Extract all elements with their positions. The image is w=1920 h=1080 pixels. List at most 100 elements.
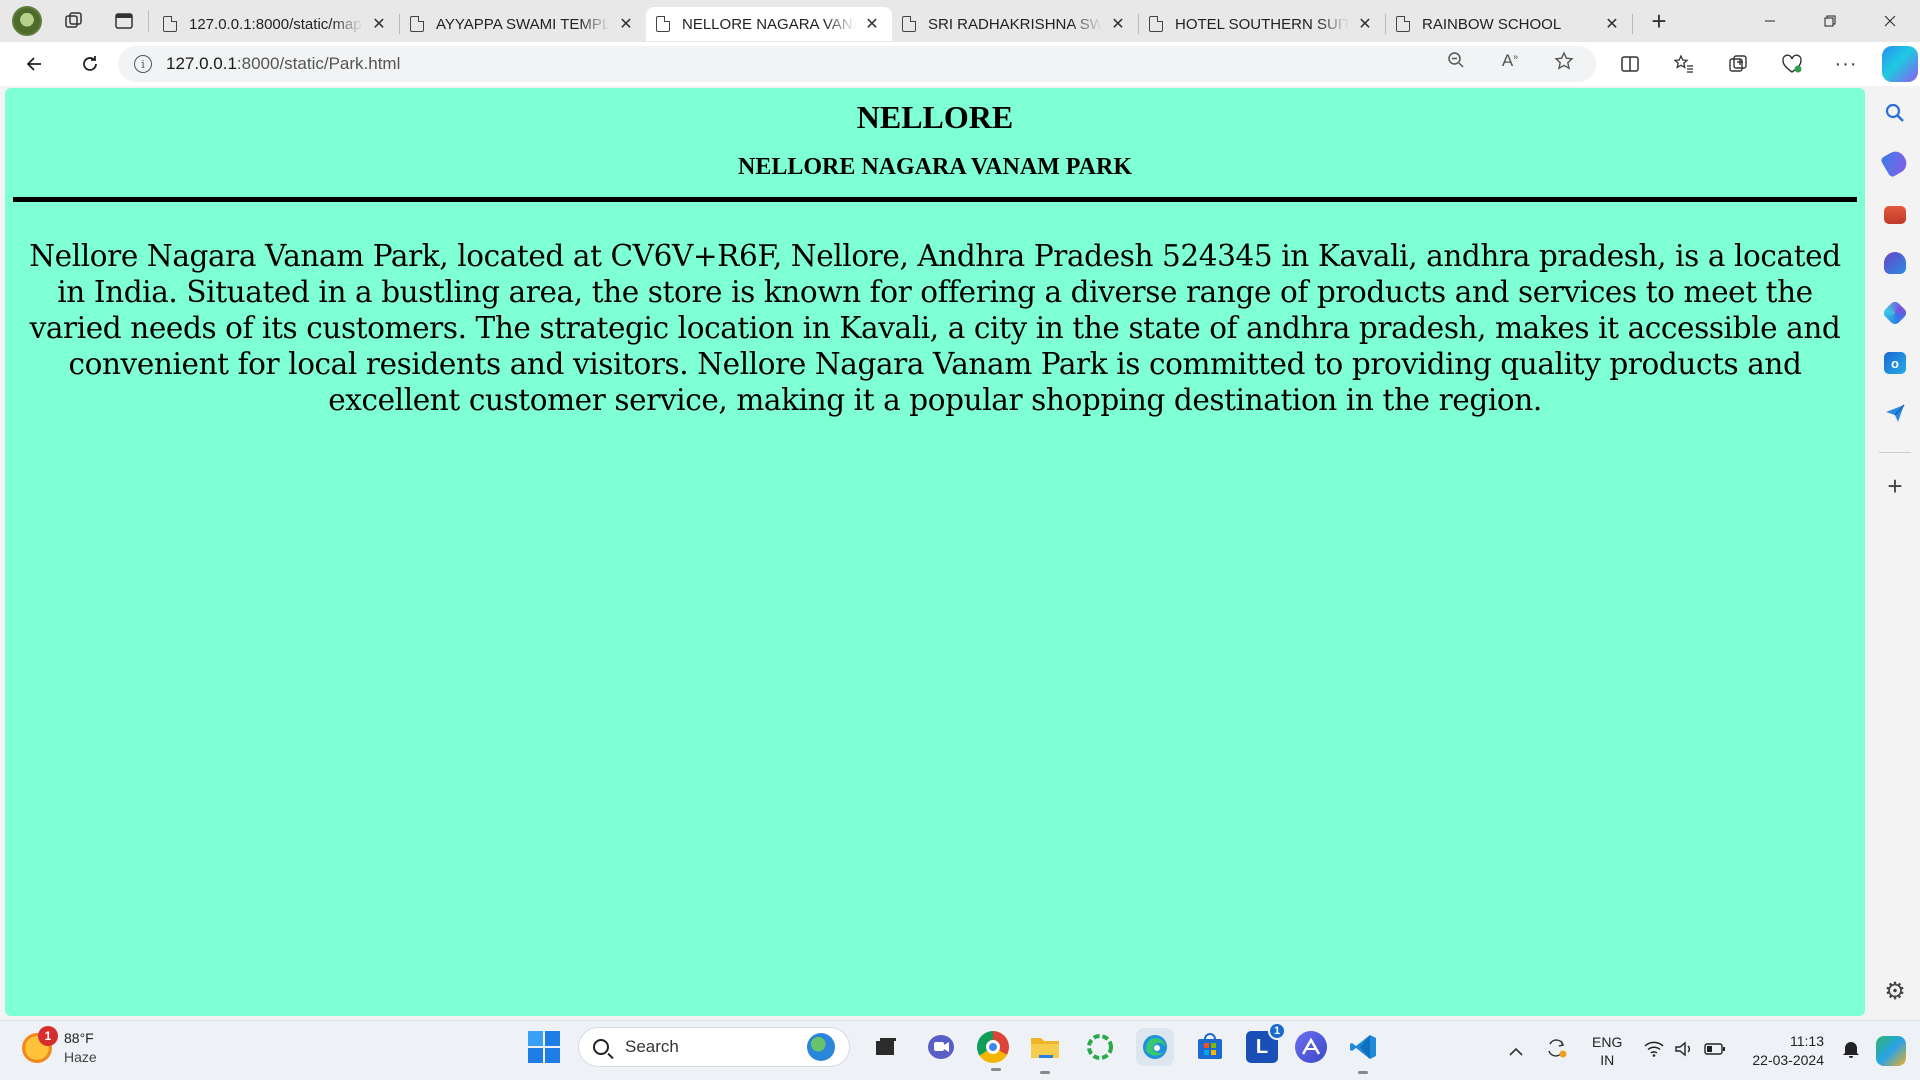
window-controls [1740,0,1920,42]
page-icon [902,16,916,32]
clock-date: 22-03-2024 [1752,1052,1824,1068]
collections-icon[interactable] [1712,44,1764,84]
web-page: NELLORE NELLORE NAGARA VANAM PARK Nellor… [5,88,1865,1016]
teams-icon[interactable] [922,1028,960,1066]
page-icon [1396,16,1410,32]
address-bar[interactable]: i 127.0.0.1:8000/static/Park.html A» [118,46,1596,82]
tab-close-icon[interactable]: ✕ [1602,14,1622,34]
park-description: Nellore Nagara Vanam Park, located at CV… [29,239,1841,417]
outlook-icon[interactable]: o [1884,352,1906,374]
page-icon [1149,16,1163,32]
system-tray: ENG IN 11:13 22-03-2024 [1508,1021,1920,1080]
file-explorer-icon[interactable] [1026,1028,1064,1074]
tab-rainbow-school[interactable]: RAINBOW SCHOOL ✕ [1386,7,1632,41]
tab-title: AYYAPPA SWAMI TEMPLE [436,15,610,33]
games-icon[interactable] [1884,252,1906,274]
edge-sidebar: o + ⚙ [1870,88,1920,1016]
search-label: Search [625,1037,679,1056]
start-button-icon[interactable] [528,1031,560,1063]
search-icon [593,1039,609,1055]
region-code: IN [1600,1052,1615,1068]
circle-app-icon[interactable] [1081,1028,1119,1066]
weather-condition: Haze [64,1049,97,1065]
copilot-preview-icon[interactable] [1876,1036,1906,1066]
back-button[interactable] [14,44,54,84]
shopping-tag-icon[interactable] [1879,147,1911,179]
microsoft-365-icon[interactable] [1881,299,1909,327]
split-screen-icon[interactable] [1604,44,1656,84]
add-sidebar-app-button[interactable]: + [1887,471,1902,502]
profile-avatar[interactable] [12,6,42,36]
send-icon[interactable] [1884,402,1906,424]
horizontal-rule [13,197,1857,202]
onedrive-sync-icon[interactable] [1544,1037,1568,1065]
zoom-out-icon[interactable] [1436,51,1476,77]
microsoft-store-icon[interactable] [1191,1028,1229,1066]
taskbar-search-box[interactable]: Search [578,1027,850,1067]
search-icon[interactable] [1884,102,1906,124]
tab-close-icon[interactable]: ✕ [369,14,389,34]
arc-app-icon[interactable] [1295,1031,1327,1063]
battery-icon [1704,1041,1726,1062]
favorite-star-icon[interactable] [1544,51,1584,77]
show-hidden-icons-chevron-up-icon[interactable] [1508,1041,1524,1062]
browser-essentials-icon[interactable] [1766,44,1818,84]
taskbar-clock[interactable]: 11:13 22-03-2024 [1752,1032,1824,1070]
page-icon [656,16,670,32]
tab-map[interactable]: 127.0.0.1:8000/static/map ✕ [153,7,399,41]
tab-close-icon[interactable]: ✕ [616,14,636,34]
site-info-icon[interactable]: i [134,55,152,73]
tab-close-icon[interactable]: ✕ [1108,14,1128,34]
l-app-badge: 1 [1268,1022,1286,1040]
toolbox-icon[interactable] [1884,206,1906,224]
sidebar-settings-icon[interactable]: ⚙ [1884,977,1906,1006]
sidebar-divider [1879,452,1911,453]
weather-temperature: 88°F [64,1030,94,1046]
tab-radhakrishna[interactable]: SRI RADHAKRISHNA SWAMI ✕ [892,7,1138,41]
page-title: NELLORE [856,99,1014,135]
minimize-button[interactable] [1740,0,1800,42]
vscode-icon[interactable] [1344,1028,1382,1074]
weather-badge: 1 [38,1026,58,1046]
tab-title: SRI RADHAKRISHNA SWAMI [928,15,1102,33]
wifi-icon [1644,1041,1664,1062]
tab-close-icon[interactable]: ✕ [862,14,882,34]
tab-hotel-southern-suite[interactable]: HOTEL SOUTHERN SUITE ✕ [1139,7,1385,41]
tab-title: 127.0.0.1:8000/static/map [189,15,362,33]
url-host: 127.0.0.1 [166,54,237,73]
weather-widget[interactable]: 1 88°F Haze [22,1026,97,1067]
restore-button[interactable] [1800,0,1860,42]
volume-icon [1674,1041,1694,1062]
url-text[interactable]: 127.0.0.1:8000/static/Park.html [166,54,400,74]
read-aloud-icon[interactable]: A» [1490,51,1530,77]
notifications-bell-icon[interactable] [1842,1039,1860,1064]
new-tab-button[interactable]: + [1639,1,1679,41]
close-window-button[interactable] [1860,0,1920,42]
task-view-icon[interactable] [867,1028,905,1066]
quick-settings[interactable] [1644,1041,1726,1062]
weather-sun-icon: 1 [22,1026,58,1063]
tab-nellore-park[interactable]: NELLORE NAGARA VANAM PARK ✕ [646,7,892,41]
page-icon [163,16,177,32]
tab-strip-divider [148,10,149,32]
tab-divider [1632,14,1633,34]
clock-time: 11:13 [1790,1033,1824,1049]
chrome-icon[interactable] [977,1031,1009,1071]
tab-title: NELLORE NAGARA VANAM PARK [682,15,856,33]
language-code: ENG [1592,1034,1623,1050]
input-language-indicator[interactable]: ENG IN [1592,1033,1622,1069]
tab-ayyappa-temple[interactable]: AYYAPPA SWAMI TEMPLE ✕ [400,7,646,41]
url-path: :8000/static/Park.html [236,54,401,73]
workspaces-icon[interactable] [54,1,94,41]
tab-title: RAINBOW SCHOOL [1422,15,1562,33]
copilot-icon[interactable] [1882,46,1918,82]
l-app-icon[interactable]: L 1 [1246,1022,1286,1063]
search-highlight-globe-icon [807,1033,835,1061]
refresh-button[interactable] [70,44,110,84]
tab-close-icon[interactable]: ✕ [1355,14,1375,34]
more-options-icon[interactable]: ··· [1820,44,1872,84]
tab-actions-icon[interactable] [104,1,144,41]
favorites-icon[interactable] [1658,44,1710,84]
edge-icon[interactable] [1136,1028,1174,1066]
page-subtitle: NELLORE NAGARA VANAM PARK [737,154,1133,180]
